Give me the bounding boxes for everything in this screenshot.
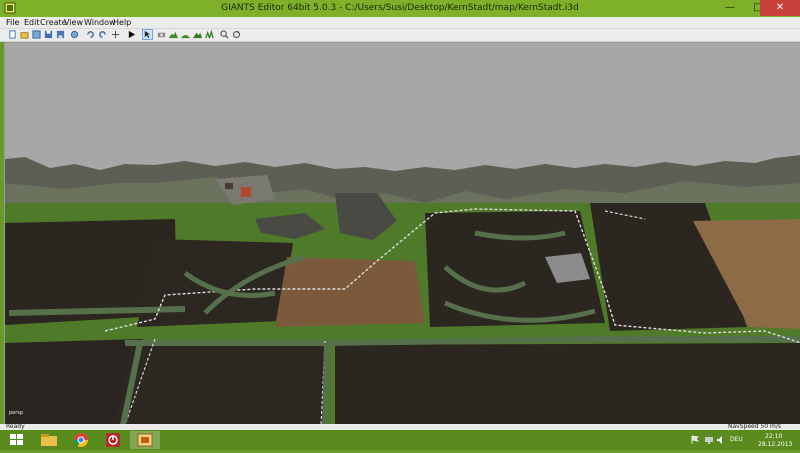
zoom-icon[interactable] <box>220 30 229 39</box>
taskbar-giants-editor[interactable] <box>130 431 160 449</box>
menu-view[interactable]: View <box>64 17 83 28</box>
settings-icon[interactable] <box>70 30 79 39</box>
camera-label: persp <box>9 410 24 416</box>
menu-bar: File Edit Create View Window Help <box>0 17 800 29</box>
new-icon[interactable] <box>8 30 17 39</box>
taskbar-power-app[interactable] <box>98 431 128 449</box>
save-icon[interactable] <box>44 30 53 39</box>
network-icon[interactable] <box>704 435 714 445</box>
minimize-button[interactable]: — <box>716 0 744 16</box>
terrain-sculpt-icon[interactable] <box>169 30 178 39</box>
terrain-smooth-icon[interactable] <box>181 30 190 39</box>
play-icon[interactable] <box>127 30 136 39</box>
foliage-paint-icon[interactable] <box>205 30 214 39</box>
chrome-icon <box>74 433 88 447</box>
taskbar-file-explorer[interactable] <box>34 431 64 449</box>
toolbar <box>0 29 800 42</box>
menu-create[interactable]: Create <box>40 17 67 28</box>
menu-file[interactable]: File <box>6 17 19 28</box>
field-plowed <box>275 257 425 327</box>
menu-edit[interactable]: Edit <box>24 17 40 28</box>
clock-time[interactable]: 22:10 <box>765 434 782 440</box>
refresh-icon[interactable] <box>232 30 241 39</box>
window-title: GIANTS Editor 64bit 5.0.3 - C:/Users/Sus… <box>221 3 579 13</box>
power-app-icon <box>106 433 120 447</box>
file-explorer-icon <box>41 434 57 446</box>
barn-building <box>225 183 233 189</box>
language-indicator[interactable]: DEU <box>730 437 743 443</box>
field-bottom-mid <box>113 343 325 425</box>
undo-icon[interactable] <box>86 30 95 39</box>
3d-viewport[interactable] <box>4 42 800 425</box>
title-bar: GIANTS Editor 64bit 5.0.3 - C:/Users/Sus… <box>0 0 800 17</box>
flag-icon[interactable] <box>690 435 700 445</box>
select-icon[interactable] <box>142 29 153 40</box>
move-icon[interactable] <box>111 30 120 39</box>
field-bottom-right <box>335 343 800 425</box>
import-icon[interactable] <box>32 30 41 39</box>
windows-taskbar: DEU 22:10 28.12.2013 <box>0 430 800 450</box>
save-as-icon[interactable] <box>56 30 65 39</box>
terrain-paint-icon[interactable] <box>193 30 202 39</box>
open-icon[interactable] <box>20 30 29 39</box>
terrain-scene[interactable] <box>5 43 800 425</box>
taskbar-chrome[interactable] <box>66 431 96 449</box>
menu-help[interactable]: Help <box>113 17 131 28</box>
clock-date[interactable]: 28.12.2013 <box>758 442 792 448</box>
camera-icon[interactable] <box>157 30 166 39</box>
close-button[interactable]: ✕ <box>760 0 800 16</box>
start-button[interactable] <box>2 431 32 449</box>
farm-building <box>241 187 251 197</box>
redo-icon[interactable] <box>98 30 107 39</box>
field-center-left <box>137 239 293 327</box>
menu-window[interactable]: Window <box>84 17 116 28</box>
giants-editor-icon <box>137 433 153 447</box>
start-icon <box>10 434 23 445</box>
volume-icon[interactable] <box>716 435 726 445</box>
